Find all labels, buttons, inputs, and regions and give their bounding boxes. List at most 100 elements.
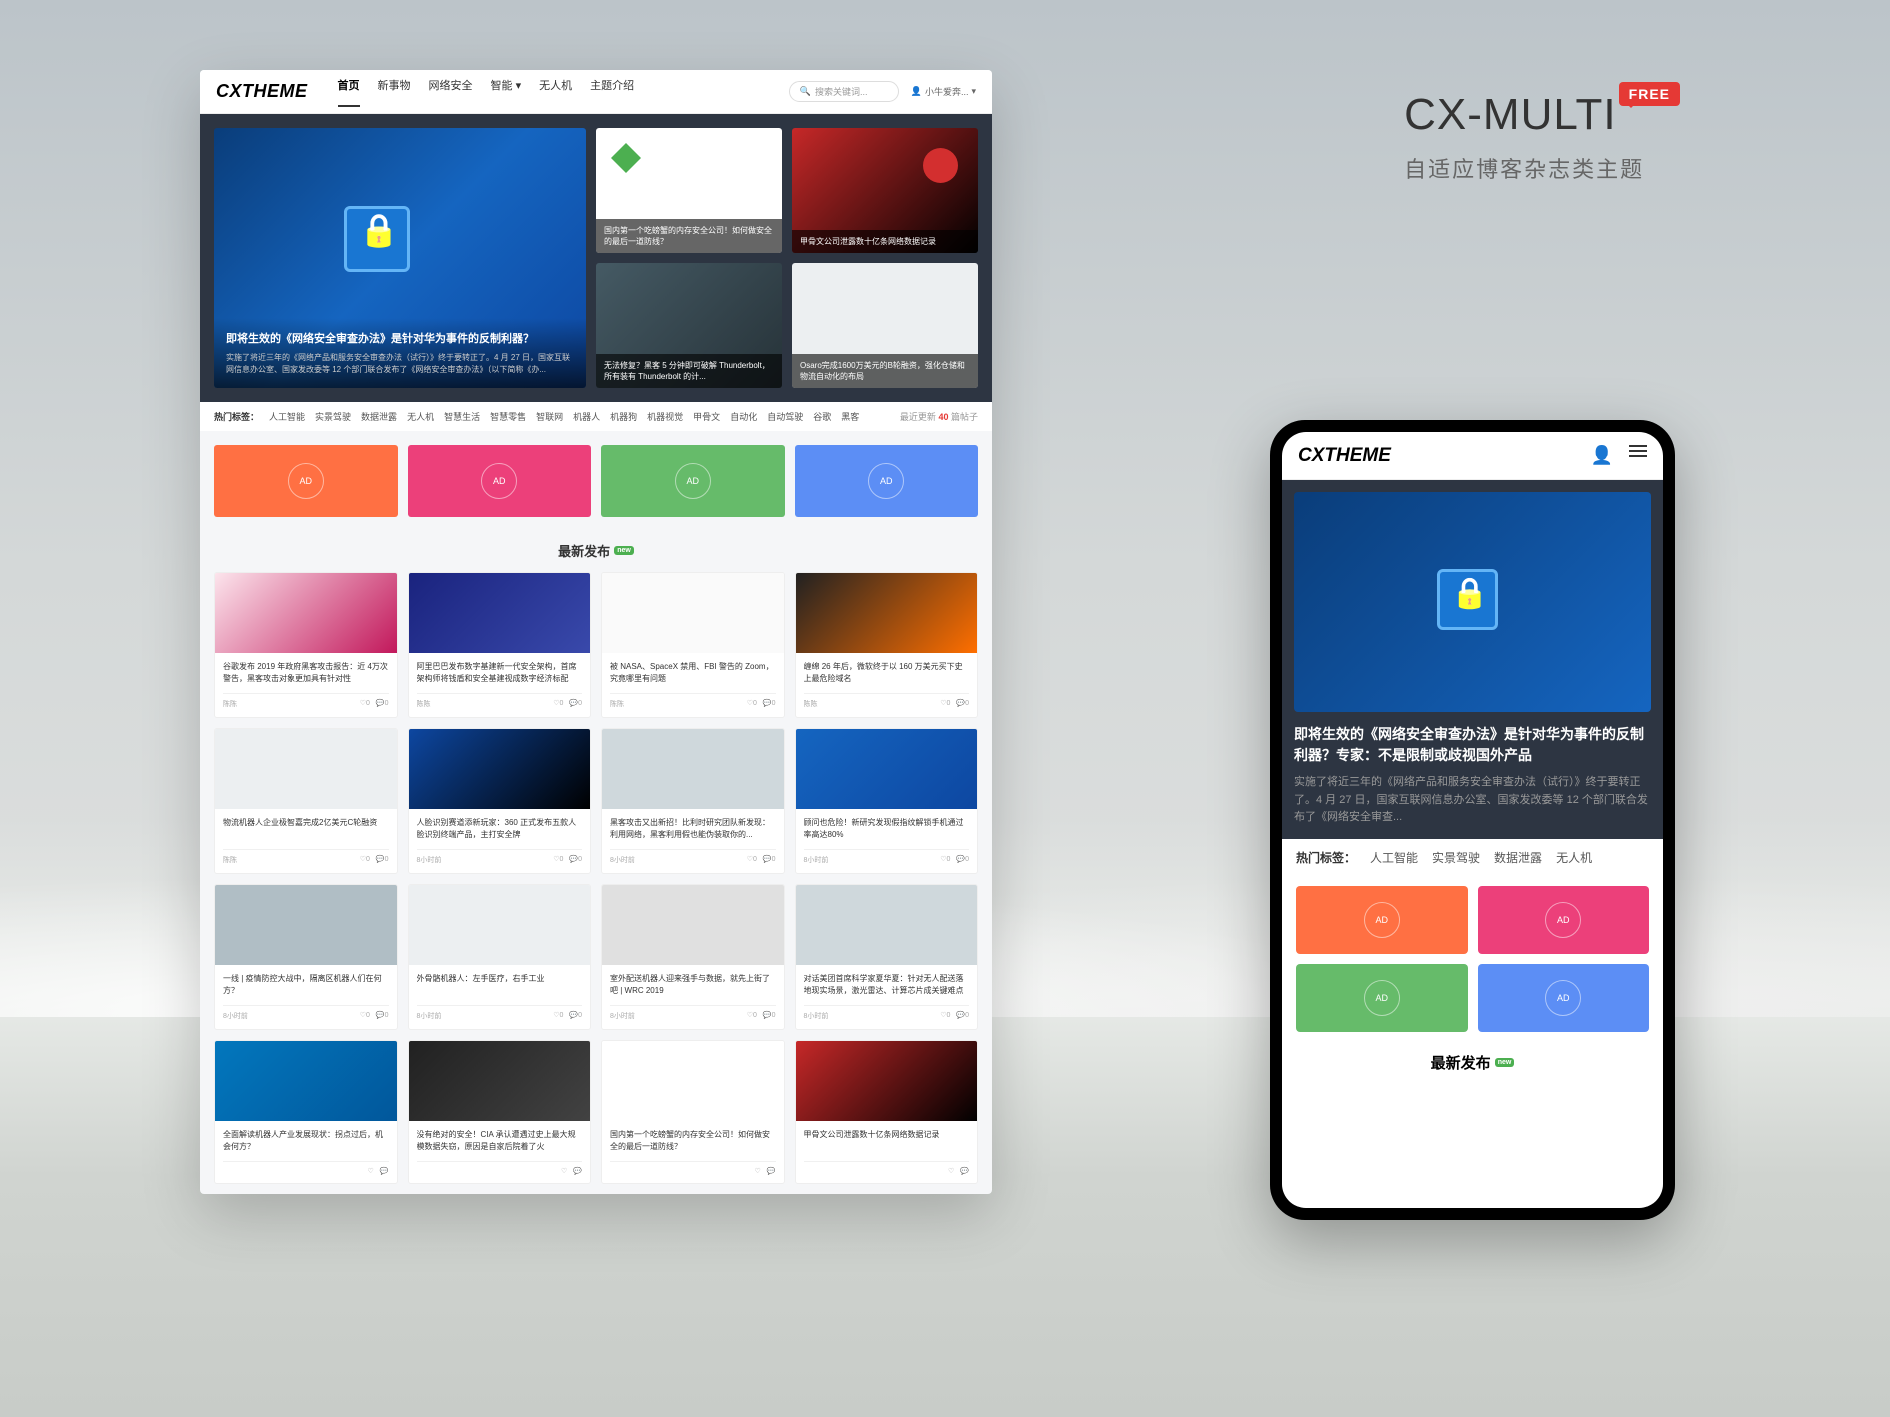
- article-card[interactable]: 缠绵 26 年后，微软终于以 160 万美元买下史上最危险域名 陈陈 ♡0💬0: [795, 572, 979, 718]
- card-thumbnail: [409, 573, 591, 653]
- like-count[interactable]: ♡: [561, 1167, 567, 1175]
- desktop-header: CXTHEME 首页 新事物 网络安全 智能 ▾ 无人机 主题介绍 🔍 搜索关键…: [200, 70, 992, 114]
- card-thumbnail: [796, 1041, 978, 1121]
- tag-link[interactable]: 智慧生活: [444, 410, 480, 423]
- article-card[interactable]: 全面解读机器人产业发展现状：拐点过后，机会何方？ ♡💬: [214, 1040, 398, 1184]
- tag-link[interactable]: 人工智能: [269, 410, 305, 423]
- like-count[interactable]: ♡0: [940, 699, 950, 709]
- like-count[interactable]: ♡0: [553, 855, 563, 865]
- ad-slot[interactable]: AD: [408, 445, 592, 517]
- article-card[interactable]: 人脸识别赛道添新玩家：360 正式发布五款人脸识别终端产品，主打安全牌 8小时前…: [408, 728, 592, 874]
- mobile-hero-image[interactable]: [1294, 492, 1651, 712]
- article-card[interactable]: 顾问也危险！新研究发现假指纹解锁手机通过率高达80% 8小时前 ♡0💬0: [795, 728, 979, 874]
- comment-count[interactable]: 💬0: [376, 699, 389, 709]
- tag-link[interactable]: 实景驾驶: [1432, 849, 1480, 866]
- tag-link[interactable]: 自动驾驶: [767, 410, 803, 423]
- hero-side-article[interactable]: 无法修复？黑客 5 分钟即可破解 Thunderbolt，所有装有 Thunde…: [596, 263, 782, 388]
- tag-link[interactable]: 甲骨文: [693, 410, 720, 423]
- like-count[interactable]: ♡0: [360, 855, 370, 865]
- comment-count[interactable]: 💬0: [569, 855, 582, 865]
- article-card[interactable]: 对话美团首席科学家夏华夏：针对无人配送落地现实场景，激光雷达、计算芯片成关键难点…: [795, 884, 979, 1030]
- like-count[interactable]: ♡0: [553, 1011, 563, 1021]
- like-count[interactable]: ♡: [368, 1167, 374, 1175]
- tag-link[interactable]: 数据泄露: [1494, 849, 1542, 866]
- tag-link[interactable]: 机器狗: [610, 410, 637, 423]
- tag-link[interactable]: 机器视觉: [647, 410, 683, 423]
- tag-link[interactable]: 实景驾驶: [315, 410, 351, 423]
- like-count[interactable]: ♡0: [360, 1011, 370, 1021]
- ad-slot[interactable]: AD: [1478, 964, 1650, 1032]
- tag-link[interactable]: 智联网: [536, 410, 563, 423]
- tag-link[interactable]: 数据泄露: [361, 410, 397, 423]
- nav-item[interactable]: 网络安全: [429, 77, 473, 107]
- like-count[interactable]: ♡0: [940, 1011, 950, 1021]
- comment-count[interactable]: 💬0: [569, 1011, 582, 1021]
- article-card[interactable]: 国内第一个吃螃蟹的内存安全公司！如何做安全的最后一道防线？ ♡💬: [601, 1040, 785, 1184]
- like-count[interactable]: ♡: [948, 1167, 954, 1175]
- tag-link[interactable]: 智慧零售: [490, 410, 526, 423]
- comment-count[interactable]: 💬: [573, 1167, 582, 1175]
- like-count[interactable]: ♡0: [747, 855, 757, 865]
- nav-item[interactable]: 无人机: [539, 77, 572, 107]
- comment-count[interactable]: 💬0: [956, 855, 969, 865]
- tag-link[interactable]: 自动化: [730, 410, 757, 423]
- mobile-hero-title[interactable]: 即将生效的《网络安全审查办法》是针对华为事件的反制利器？专家：不是限制或歧视国外…: [1294, 724, 1651, 766]
- user-menu[interactable]: 👤 小牛爱奔... ▾: [911, 85, 976, 98]
- comment-count[interactable]: 💬0: [956, 1011, 969, 1021]
- comment-count[interactable]: 💬: [960, 1167, 969, 1175]
- tag-link[interactable]: 黑客: [841, 410, 859, 423]
- like-count[interactable]: ♡: [755, 1167, 761, 1175]
- comment-count[interactable]: 💬: [380, 1167, 389, 1175]
- tag-link[interactable]: 机器人: [573, 410, 600, 423]
- tag-link[interactable]: 无人机: [1556, 849, 1592, 866]
- ad-slot[interactable]: AD: [214, 445, 398, 517]
- ad-slot[interactable]: AD: [795, 445, 979, 517]
- article-card[interactable]: 甲骨文公司泄露数十亿条网络数据记录 ♡ 💬: [795, 1040, 979, 1184]
- tag-link[interactable]: 无人机: [407, 410, 434, 423]
- mobile-logo[interactable]: CXTHEME: [1298, 445, 1391, 467]
- hero-side-article[interactable]: Osaro完成1600万美元的B轮融资，强化仓储和物流自动化的布局: [792, 263, 978, 388]
- like-count[interactable]: ♡0: [747, 1011, 757, 1021]
- like-count[interactable]: ♡0: [747, 699, 757, 709]
- comment-count[interactable]: 💬0: [376, 855, 389, 865]
- like-count[interactable]: ♡0: [360, 699, 370, 709]
- article-card[interactable]: 被 NASA、SpaceX 禁用、FBI 警告的 Zoom，究竟哪里有问题 陈陈…: [601, 572, 785, 718]
- site-logo[interactable]: CXTHEME: [216, 81, 308, 102]
- ad-slot[interactable]: AD: [1296, 964, 1468, 1032]
- comment-count[interactable]: 💬: [767, 1167, 776, 1175]
- article-card[interactable]: 黑客攻击又出新招！比利时研究团队新发现：利用网络，黑客利用假也能伪装取你的...…: [601, 728, 785, 874]
- comment-count[interactable]: 💬0: [569, 699, 582, 709]
- ad-slot[interactable]: AD: [601, 445, 785, 517]
- tag-link[interactable]: 人工智能: [1370, 849, 1418, 866]
- update-count: 最近更新 40 篇帖子: [900, 410, 978, 423]
- card-title: 甲骨文公司泄露数十亿条网络数据记录: [804, 1129, 970, 1155]
- nav-item[interactable]: 智能 ▾: [491, 77, 522, 107]
- nav-item[interactable]: 新事物: [378, 77, 411, 107]
- hero-main-article[interactable]: 即将生效的《网络安全审查办法》是针对华为事件的反制利器？ 实施了将近三年的《网络…: [214, 128, 586, 388]
- article-card[interactable]: 没有绝对的安全！CIA 承认遭遇过史上最大规模数据失窃，原因是自家后院着了火 ♡…: [408, 1040, 592, 1184]
- article-card[interactable]: 物流机器人企业极智嘉完成2亿美元C轮融资 陈陈 ♡0💬0: [214, 728, 398, 874]
- article-card[interactable]: 谷歌发布 2019 年政府黑客攻击报告：近 4万次警告，黑客攻击对象更加具有针对…: [214, 572, 398, 718]
- nav-home[interactable]: 首页: [338, 77, 360, 107]
- comment-count[interactable]: 💬0: [763, 855, 776, 865]
- nav-item[interactable]: 主题介绍: [590, 77, 634, 107]
- comment-count[interactable]: 💬0: [376, 1011, 389, 1021]
- article-card[interactable]: 阿里巴巴发布数字基建新一代安全架构，首席架构师将钱盾和安全基建视成数字经济标配 …: [408, 572, 592, 718]
- hero-side-article[interactable]: 国内第一个吃螃蟹的内存安全公司！如何做安全的最后一道防线？: [596, 128, 782, 253]
- comment-count[interactable]: 💬0: [956, 699, 969, 709]
- article-card[interactable]: 外骨骼机器人：左手医疗，右手工业 8小时前 ♡0💬0: [408, 884, 592, 1030]
- comment-count[interactable]: 💬0: [763, 1011, 776, 1021]
- article-card[interactable]: 室外配送机器人迎来强手与数据，就先上街了吧 | WRC 2019 8小时前 ♡0…: [601, 884, 785, 1030]
- search-input[interactable]: 🔍 搜索关键词...: [789, 81, 899, 102]
- comment-count[interactable]: 💬0: [763, 699, 776, 709]
- card-thumbnail: [215, 885, 397, 965]
- article-card[interactable]: 一线 | 疫情防控大战中，隔离区机器人们在何方？ 8小时前 ♡0💬0: [214, 884, 398, 1030]
- like-count[interactable]: ♡0: [940, 855, 950, 865]
- hero-side-article[interactable]: 甲骨文公司泄露数十亿条网络数据记录: [792, 128, 978, 253]
- ad-slot[interactable]: AD: [1478, 886, 1650, 954]
- tag-link[interactable]: 谷歌: [813, 410, 831, 423]
- ad-slot[interactable]: AD: [1296, 886, 1468, 954]
- hamburger-icon[interactable]: [1629, 445, 1647, 466]
- like-count[interactable]: ♡0: [553, 699, 563, 709]
- user-icon[interactable]: 👤: [1591, 445, 1613, 466]
